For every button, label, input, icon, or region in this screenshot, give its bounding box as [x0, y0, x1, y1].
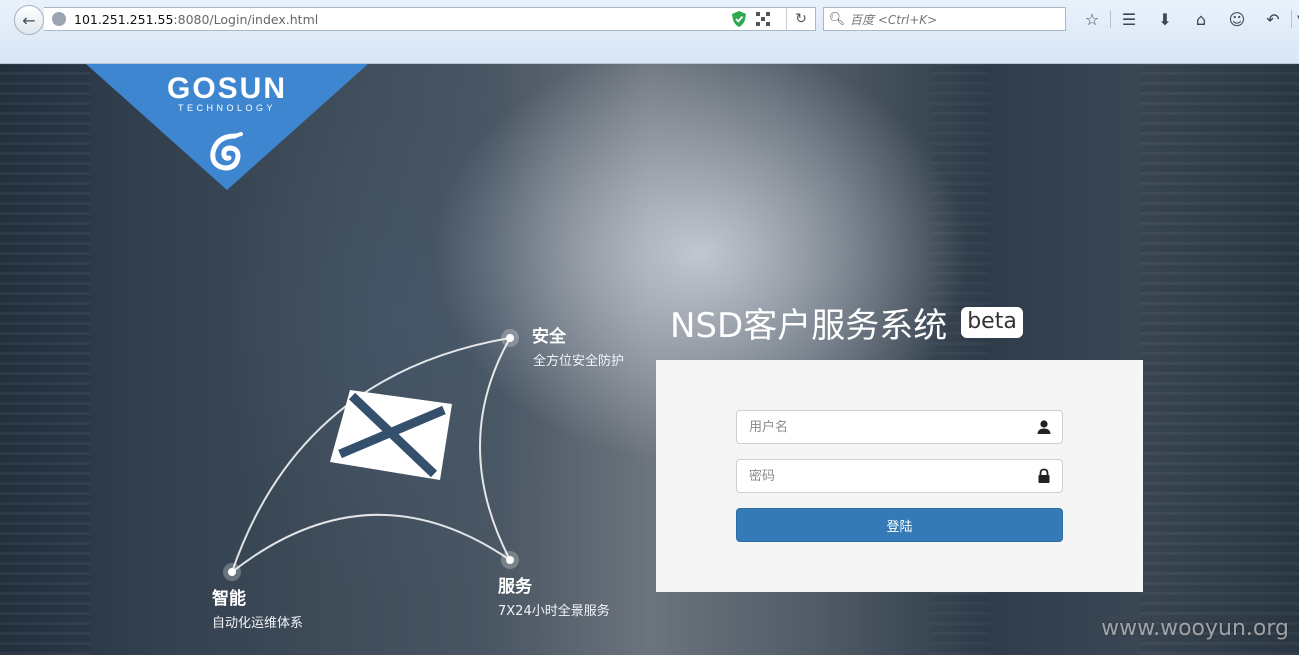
feature-security-subtitle: 全方位安全防护	[533, 354, 625, 369]
undo-icon[interactable]: ↶	[1255, 10, 1291, 29]
feature-smart-title: 智能	[212, 589, 246, 609]
browser-toolbar: ← 101.251.251.55:8080/Login/index.html ↻…	[0, 0, 1299, 64]
logo-swirl-icon	[210, 132, 243, 171]
system-title-text: NSD客户服务系统	[670, 306, 948, 346]
address-bar[interactable]: 101.251.251.55:8080/Login/index.html ↻	[44, 7, 816, 31]
back-arrow-icon[interactable]: ←	[14, 5, 44, 35]
home-icon[interactable]: ⌂	[1183, 10, 1219, 29]
envelope-icon	[330, 390, 452, 480]
feature-smart-subtitle: 自动化运维体系	[212, 616, 304, 631]
feature-service-title: 服务	[498, 577, 532, 597]
search-bar[interactable]: 🔍︎ 百度 <Ctrl+K>	[823, 7, 1066, 31]
shield-icon	[732, 11, 746, 27]
password-field[interactable]	[736, 459, 1063, 493]
url-text: 101.251.251.55:8080/Login/index.html	[74, 11, 319, 27]
logo-tagline: TECHNOLOGY	[177, 103, 276, 113]
login-form: 登陆	[656, 360, 1143, 592]
system-title: NSD客户服务系统 beta	[670, 298, 1023, 347]
username-input[interactable]	[749, 419, 1029, 435]
user-icon	[1037, 420, 1051, 434]
search-placeholder: 百度 <Ctrl+K>	[850, 12, 938, 27]
qr-code-icon[interactable]	[756, 12, 770, 26]
username-field[interactable]	[736, 410, 1063, 444]
feature-security-title: 安全	[532, 327, 566, 347]
star-icon[interactable]: ☆	[1074, 10, 1110, 29]
background-rack	[1140, 64, 1299, 655]
globe-icon	[52, 12, 66, 26]
background-rack	[0, 64, 90, 655]
reading-list-icon[interactable]: ☰	[1111, 10, 1147, 29]
feature-service-subtitle: 7X24小时全景服务	[498, 604, 610, 619]
smiley-icon[interactable]: ☺	[1219, 10, 1255, 29]
password-input[interactable]	[749, 468, 1029, 484]
download-icon[interactable]: ⬇	[1147, 10, 1183, 29]
logo-name: GOSUN	[166, 72, 287, 105]
login-button[interactable]: 登陆	[736, 508, 1063, 542]
gosun-logo: GOSUN TECHNOLOGY	[86, 64, 368, 190]
menu-dropdown-icon[interactable]: ▼	[1292, 14, 1299, 25]
feature-diagram: 安全 全方位安全防护 服务 7X24小时全景服务 智能 自动化运维体系	[190, 314, 660, 654]
beta-badge: beta	[961, 307, 1023, 338]
reload-icon[interactable]: ↻	[787, 11, 815, 27]
login-page: GOSUN TECHNOLOGY 安全 全方位安全防护 服务 7X24小时全景服…	[0, 64, 1299, 655]
search-icon: 🔍︎	[828, 11, 846, 27]
watermark-text: www.wooyun.org	[1101, 616, 1289, 641]
lock-icon	[1038, 468, 1050, 483]
toolbar-icons: ☆ ☰ ⬇ ⌂ ☺ ↶ ▼	[1074, 7, 1299, 31]
